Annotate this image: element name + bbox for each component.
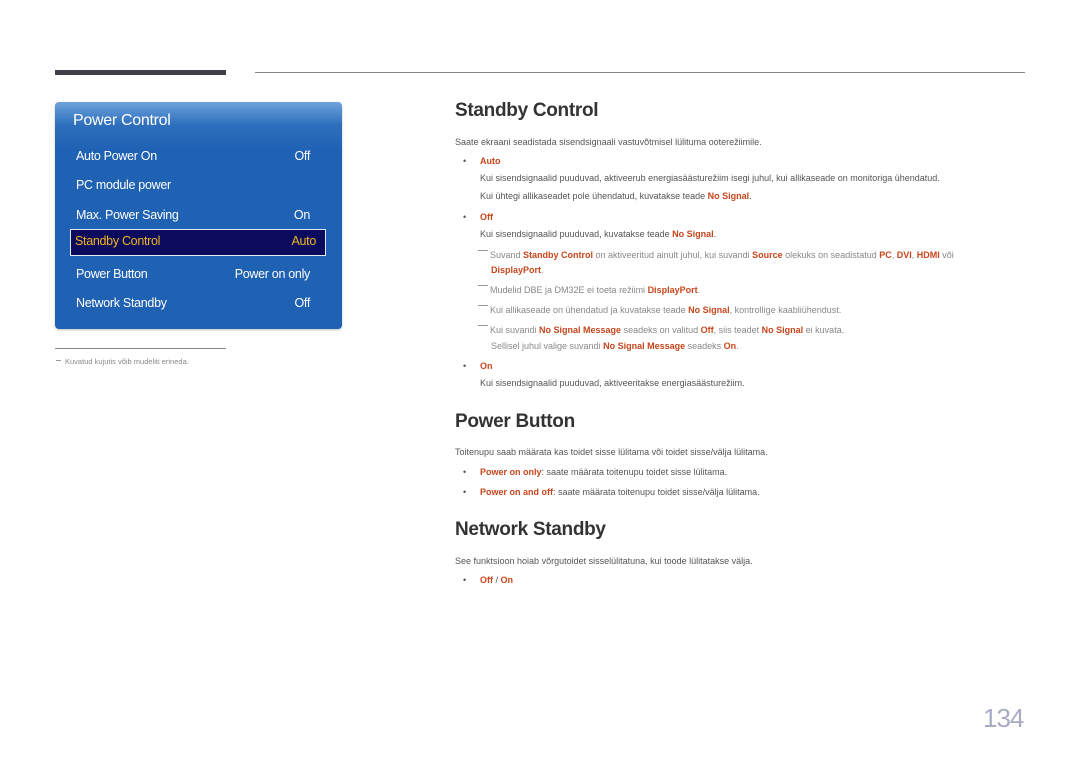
menu-item-value: Off xyxy=(294,296,310,310)
section-title-network-standby: Network Standby xyxy=(455,519,606,540)
note-no-signal-message: Kui suvandi No Signal Message seadeks on… xyxy=(478,325,844,335)
menu-item-max-power-saving[interactable]: Max. Power Saving On xyxy=(71,203,326,229)
menu-item-power-button[interactable]: Power Button Power on only xyxy=(71,262,326,288)
option-power-on-and-off: Power on and off: saate määrata toitenup… xyxy=(480,487,760,497)
menu-item-standby-control[interactable]: Standby Control Auto xyxy=(70,229,326,256)
note-models-displayport: Mudelid DBE ja DM32E ei toeta režiimi Di… xyxy=(478,285,700,295)
menu-item-label: Auto Power On xyxy=(76,149,157,163)
menu-item-label: Network Standby xyxy=(76,296,167,310)
menu-item-label: PC module power xyxy=(76,178,171,192)
option-power-on-only: Power on only: saate määrata toitenupu t… xyxy=(480,467,728,477)
section-title-power-button: Power Button xyxy=(455,411,575,432)
page-number: 134 xyxy=(983,703,1024,733)
bullet: • xyxy=(463,575,467,585)
note-check-cable: Kui allikaseade on ühendatud ja kuvataks… xyxy=(478,305,841,315)
bullet: • xyxy=(463,467,467,477)
off-description: Kui sisendsignaalid puuduvad, kuvatakse … xyxy=(480,229,717,239)
section-title-standby-control: Standby Control xyxy=(455,100,599,121)
bullet: • xyxy=(463,487,467,497)
auto-description-1: Kui sisendsignaalid puuduvad, aktiveerub… xyxy=(480,173,940,183)
footnote-divider xyxy=(55,348,226,349)
option-on: On xyxy=(480,361,493,371)
menu-item-label: Standby Control xyxy=(75,234,161,248)
option-off-on: Off / On xyxy=(480,575,514,585)
auto-description-2: Kui ühtegi allikaseadet pole ühendatud, … xyxy=(480,191,752,201)
option-off: Off xyxy=(480,212,493,222)
option-auto: Auto xyxy=(480,156,501,166)
on-description: Kui sisendsignaalid puuduvad, aktiveerit… xyxy=(480,378,745,388)
menu-item-value: Auto xyxy=(291,234,316,248)
standby-intro: Saate ekraani seadistada sisendsignaali … xyxy=(455,137,762,147)
power-control-menu: Power Control Auto Power On Off PC modul… xyxy=(55,102,342,329)
menu-item-value: Off xyxy=(294,149,310,163)
menu-item-value: Power on only xyxy=(234,267,311,281)
note-standby-source-cont: DisplayPort. xyxy=(491,265,544,275)
menu-item-label: Power Button xyxy=(76,267,148,281)
power-button-intro: Toitenupu saab määrata kas toidet sisse … xyxy=(455,447,768,457)
bullet: • xyxy=(463,212,467,222)
menu-item-pc-module-power[interactable]: PC module power xyxy=(71,173,326,199)
note-standby-source: Suvand Standby Control on aktiveeritud a… xyxy=(478,250,954,260)
menu-item-network-standby[interactable]: Network Standby Off xyxy=(71,291,326,317)
bullet: • xyxy=(463,361,467,371)
menu-title: Power Control xyxy=(73,112,171,129)
header-rule-thick xyxy=(55,70,226,75)
bullet: • xyxy=(463,156,467,166)
menu-item-value: On xyxy=(293,208,310,222)
header-rule-thin xyxy=(255,72,1025,73)
menu-item-auto-power-on[interactable]: Auto Power On Off xyxy=(71,144,326,170)
network-standby-intro: See funktsioon hoiab võrgutoidet sisselü… xyxy=(455,556,753,566)
menu-item-label: Max. Power Saving xyxy=(76,208,179,222)
footnote: Kuvatud kujutis võib mudeliti erineda. xyxy=(56,357,189,366)
note-no-signal-message-cont: Sellisel juhul valige suvandi No Signal … xyxy=(491,341,739,351)
